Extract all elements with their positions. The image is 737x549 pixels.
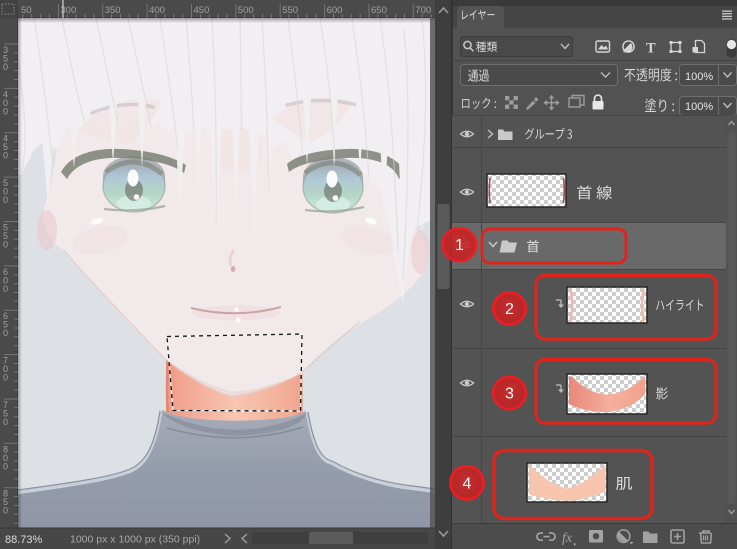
svg-text:2: 2	[505, 301, 514, 318]
svg-text:600: 600	[327, 5, 343, 16]
svg-text:400: 400	[149, 5, 165, 16]
svg-text:0: 0	[3, 240, 8, 250]
svg-text:350: 350	[105, 5, 121, 16]
svg-text:0: 0	[3, 151, 8, 161]
svg-text:500: 500	[238, 5, 254, 16]
svg-text:550: 550	[282, 5, 298, 16]
svg-text:0: 0	[3, 106, 8, 116]
svg-text:0: 0	[3, 461, 8, 471]
svg-text:50: 50	[21, 5, 32, 16]
svg-text:0: 0	[3, 417, 8, 427]
svg-text:0: 0	[3, 328, 8, 338]
svg-text:fx: fx	[562, 531, 573, 546]
svg-text:650: 650	[371, 5, 387, 16]
svg-text:3: 3	[505, 386, 514, 403]
svg-text:0: 0	[3, 195, 8, 205]
svg-text:4: 4	[463, 475, 472, 492]
svg-text:T: T	[646, 41, 656, 57]
svg-text:0: 0	[3, 373, 8, 383]
svg-text:0: 0	[3, 506, 8, 516]
svg-text:88.73%: 88.73%	[5, 534, 43, 546]
svg-text:0: 0	[3, 284, 8, 294]
svg-text:450: 450	[194, 5, 210, 16]
svg-text:100%: 100%	[685, 71, 713, 83]
svg-text:700: 700	[415, 5, 431, 16]
svg-text:100%: 100%	[685, 101, 713, 113]
svg-text:1: 1	[455, 237, 464, 254]
svg-text:0: 0	[3, 62, 8, 72]
svg-text:1000 px x 1000 px (350 ppi): 1000 px x 1000 px (350 ppi)	[70, 534, 200, 546]
